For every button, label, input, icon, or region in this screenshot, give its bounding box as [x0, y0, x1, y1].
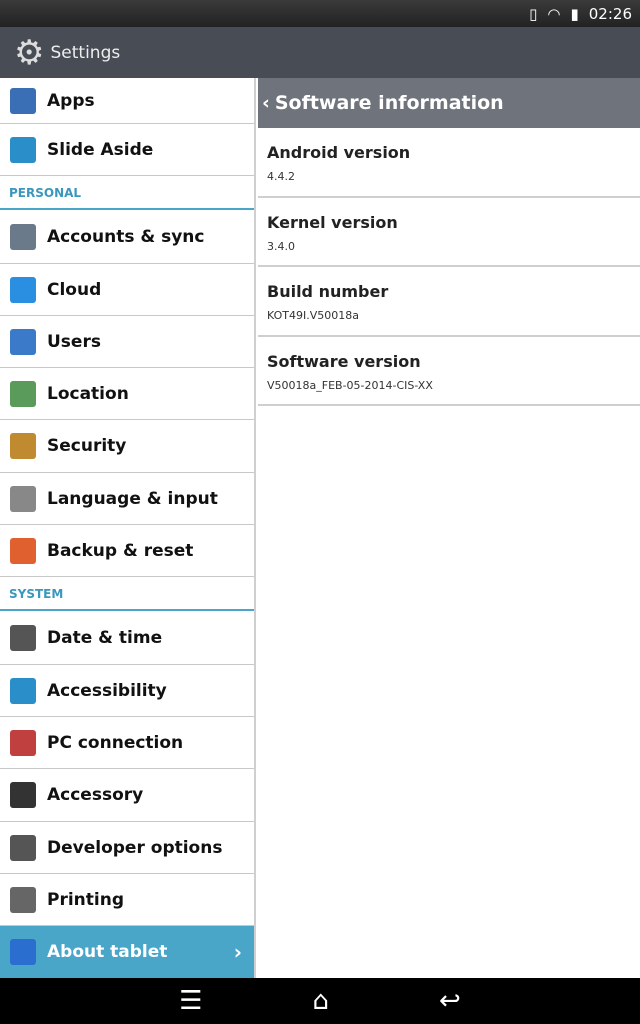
detail-title: Software information: [274, 92, 504, 114]
backup-reset-icon: [10, 537, 36, 564]
sidebar-item-apps[interactable]: Apps: [0, 78, 254, 124]
sidebar-item-developer-options[interactable]: Developer options: [0, 822, 254, 874]
sidebar-item-label: Date & time: [47, 627, 163, 648]
sidebar-item-accounts-sync[interactable]: Accounts & sync: [0, 210, 254, 264]
sidebar-item-label: PC connection: [47, 732, 184, 753]
gear-icon[interactable]: ⚙: [14, 36, 44, 70]
sidebar-item-printing[interactable]: Printing: [0, 874, 254, 926]
info-row[interactable]: Software version V50018a_FEB-05-2014-CIS-…: [258, 337, 640, 406]
navigation-bar: ☰ ⌂ ↩: [0, 978, 640, 1024]
clock: 02:26: [588, 4, 632, 23]
pc-connection-icon: [10, 729, 36, 756]
sidebar-item-cloud[interactable]: Cloud: [0, 264, 254, 316]
sidebar-item-slide-aside[interactable]: Slide Aside: [0, 124, 254, 176]
language-input-icon: [10, 485, 36, 512]
action-bar: ⚙ Settings: [0, 27, 640, 78]
info-row[interactable]: Kernel version 3.4.0: [258, 198, 640, 267]
sidebar-item-date-time[interactable]: Date & time: [0, 611, 254, 665]
sidebar-item-label: Accessibility: [47, 680, 167, 701]
accounts-sync-icon: [10, 223, 36, 250]
security-icon: [10, 433, 36, 459]
battery-icon: ▮: [570, 4, 579, 23]
info-value: 3.4.0: [267, 239, 295, 253]
home-icon[interactable]: ⌂: [313, 986, 330, 1016]
sidebar-item-label: Backup & reset: [47, 540, 194, 561]
sidebar-item-accessory[interactable]: Accessory: [0, 769, 254, 822]
info-value: KOT49I.V50018a: [267, 309, 359, 322]
users-icon: [10, 328, 36, 355]
settings-sidebar: Apps Slide Aside PERSONAL Accounts & sync Cl…: [0, 78, 256, 978]
sidebar-item-label: Developer options: [47, 837, 223, 858]
sidebar-item-label: Location: [47, 383, 129, 404]
status-bar: ▯ ◠ ▮ 02:26: [0, 0, 640, 27]
info-title: Kernel version: [267, 212, 398, 232]
sidebar-item-accessibility[interactable]: Accessibility: [0, 665, 254, 717]
printing-icon: [10, 886, 36, 913]
sidebar-item-backup-reset[interactable]: Backup & reset: [0, 525, 254, 577]
sidebar-item-label: Apps: [47, 90, 95, 111]
cloud-icon: [10, 276, 36, 303]
sidebar-item-label: About tablet: [47, 942, 168, 962]
app-title: Settings: [50, 42, 121, 63]
vibrate-icon: ▯: [529, 4, 538, 23]
info-row[interactable]: Android version 4.4.2: [258, 128, 640, 198]
date-time-icon: [10, 624, 36, 651]
sidebar-item-language-input[interactable]: Language & input: [0, 473, 254, 525]
sidebar-item-label: Users: [47, 331, 101, 352]
sidebar-item-label: Security: [47, 436, 127, 456]
info-row[interactable]: Build number KOT49I.V50018a: [258, 267, 640, 337]
sidebar-item-label: Accessory: [47, 785, 144, 805]
slide-aside-icon: [10, 136, 36, 163]
sidebar-item-label: Accounts & sync: [47, 226, 205, 247]
menu-icon[interactable]: ☰: [179, 986, 202, 1016]
sidebar-item-pc-connection[interactable]: PC connection: [0, 717, 254, 769]
sidebar-item-label: Slide Aside: [47, 139, 154, 160]
apps-icon: [10, 87, 36, 114]
back-icon[interactable]: ↩: [439, 986, 461, 1016]
info-value: V50018a_FEB-05-2014-CIS-XX: [267, 378, 433, 392]
sidebar-item-users[interactable]: Users: [0, 316, 254, 368]
sidebar-item-label: Printing: [47, 889, 124, 910]
section-header: PERSONAL: [0, 176, 254, 210]
info-value: 4.4.2: [267, 170, 295, 183]
location-icon: [10, 380, 36, 407]
about-tablet-icon: [10, 939, 36, 965]
wifi-icon: ◠: [547, 4, 561, 23]
chevron-right-icon: ›: [233, 940, 242, 964]
sidebar-item-location[interactable]: Location: [0, 368, 254, 420]
accessory-icon: [10, 782, 36, 808]
info-title: Software version: [267, 351, 421, 371]
back-chevron-icon[interactable]: ‹: [262, 92, 270, 114]
sidebar-item-about-tablet[interactable]: About tablet ›: [0, 926, 254, 978]
detail-pane: ‹ Software information Android version 4.…: [258, 78, 640, 978]
sidebar-item-security[interactable]: Security: [0, 420, 254, 473]
developer-options-icon: [10, 834, 36, 861]
info-title: Android version: [267, 143, 411, 162]
info-title: Build number: [267, 282, 389, 301]
section-header: SYSTEM: [0, 577, 254, 611]
sidebar-item-label: Language & input: [47, 488, 218, 509]
sidebar-item-label: Cloud: [47, 279, 102, 300]
accessibility-icon: [10, 677, 36, 704]
detail-header[interactable]: ‹ Software information: [258, 78, 640, 128]
